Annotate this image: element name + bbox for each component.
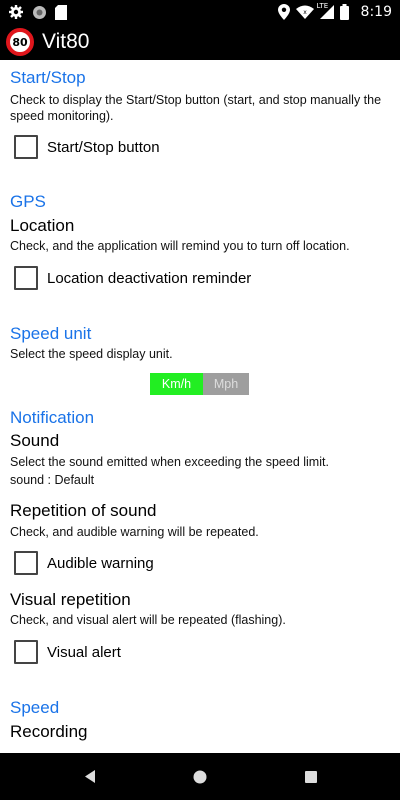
repetition-summary: Check, and audible warning will be repea… [10, 525, 259, 539]
location-title: Location [10, 216, 75, 235]
speed-unit-toggle[interactable]: Km/h Mph [150, 373, 249, 395]
recents-icon [305, 770, 317, 783]
section-title-speed: Speed [10, 698, 60, 717]
start-stop-summary: Check to display the Start/Stop button (… [10, 93, 382, 123]
wifi-icon: x [295, 5, 314, 19]
visual-alert-checkbox[interactable] [14, 640, 38, 664]
navigation-bar [0, 753, 400, 800]
location-icon [277, 4, 290, 20]
visual-repetition-summary: Check, and visual alert will be repeated… [10, 613, 286, 627]
recents-button[interactable] [291, 753, 331, 800]
battery-icon [339, 4, 349, 20]
section-title-notification: Notification [10, 408, 95, 427]
location-checkbox-row[interactable]: Location deactivation reminder [14, 266, 251, 290]
status-right-icons: x LTE 8:19 [277, 2, 392, 20]
visual-alert-row[interactable]: Visual alert [14, 640, 121, 664]
section-title-gps: GPS [10, 192, 46, 211]
clock: 8:19 [360, 4, 392, 20]
home-icon [193, 770, 207, 784]
audible-warning-label: Audible warning [47, 554, 154, 572]
repetition-title: Repetition of sound [10, 501, 157, 520]
app-bar: 80 Vit80 [0, 24, 400, 60]
home-button[interactable] [180, 753, 220, 800]
network-type: LTE [316, 2, 329, 10]
logo-text: 80 [12, 35, 28, 49]
svg-text:x: x [303, 9, 307, 16]
start-stop-checkbox[interactable] [14, 135, 38, 159]
section-title-start-stop: Start/Stop [10, 68, 86, 87]
location-reminder-label: Location deactivation reminder [47, 269, 252, 287]
status-bar: x LTE 8:19 [0, 0, 400, 24]
back-icon [83, 769, 97, 784]
speed-limit-logo: 80 [6, 28, 34, 56]
speed-unit-summary: Select the speed display unit. [10, 347, 173, 361]
section-title-speed-unit: Speed unit [10, 324, 92, 343]
sd-card-icon [55, 4, 67, 20]
location-reminder-checkbox[interactable] [14, 266, 38, 290]
settings-icon [8, 4, 24, 20]
unit-kmh-button[interactable]: Km/h [150, 373, 203, 395]
status-left-icons [8, 4, 67, 20]
sound-summary: Select the sound emitted when exceeding … [10, 455, 329, 469]
back-button[interactable] [70, 753, 110, 800]
audible-warning-row[interactable]: Audible warning [14, 551, 154, 575]
recording-title[interactable]: Recording [10, 722, 88, 742]
unit-mph-button[interactable]: Mph [203, 373, 249, 395]
start-stop-checkbox-label: Start/Stop button [47, 138, 160, 156]
signal-icon: LTE [316, 2, 334, 19]
sound-title[interactable]: Sound [10, 431, 59, 451]
visual-alert-label: Visual alert [47, 643, 121, 661]
visual-repetition-title: Visual repetition [10, 590, 131, 609]
circle-icon [32, 5, 47, 20]
start-stop-checkbox-row[interactable]: Start/Stop button [14, 135, 160, 159]
audible-warning-checkbox[interactable] [14, 551, 38, 575]
sound-value: sound : Default [10, 473, 95, 487]
settings-list[interactable]: Start/Stop Check to display the Start/St… [0, 60, 400, 753]
location-summary: Check, and the application will remind y… [10, 239, 350, 253]
app-title: Vit80 [42, 30, 90, 53]
